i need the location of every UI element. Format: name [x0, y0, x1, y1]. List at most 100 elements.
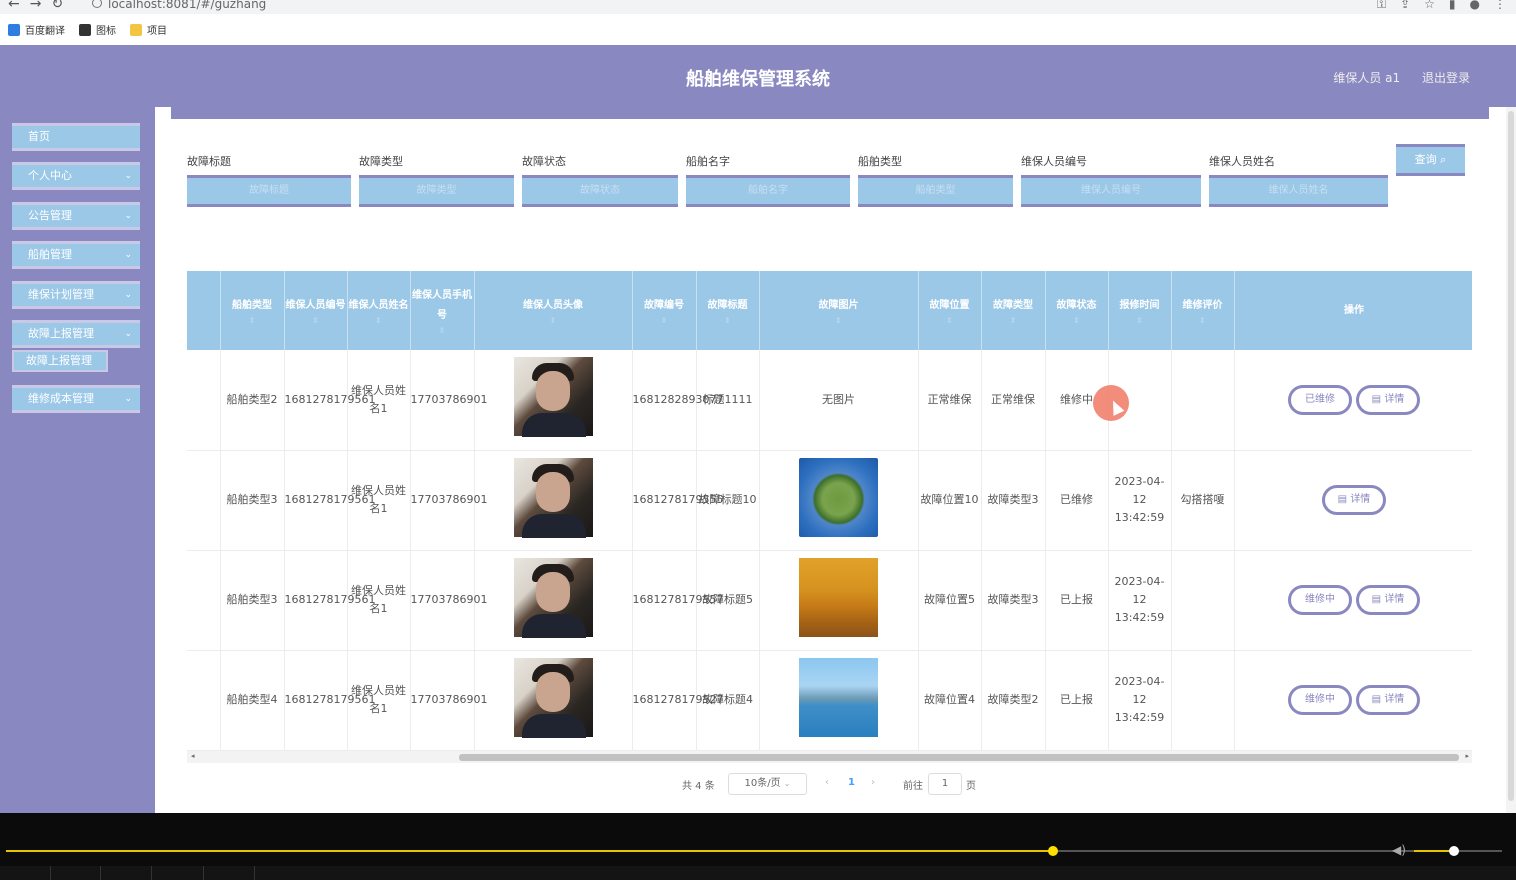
scroll-left-icon[interactable]: ◂ — [191, 752, 195, 760]
star-icon[interactable]: ☆ — [1424, 0, 1435, 11]
details-button[interactable]: ▤ 详情 — [1356, 685, 1420, 715]
status-action-button[interactable]: 已维修 — [1288, 384, 1352, 415]
column-header[interactable]: 报修时间 ⇕ — [1108, 271, 1172, 350]
cell-location: 正常维保 — [927, 392, 972, 406]
sort-icon[interactable]: ⇕ — [1109, 316, 1171, 326]
status-action-button[interactable]: 维修中 — [1288, 585, 1352, 615]
details-button[interactable]: ▤ 详情 — [1356, 585, 1420, 615]
info-icon[interactable] — [92, 0, 102, 8]
cell-status: 已上报 — [1060, 593, 1093, 606]
sidebar-item[interactable]: 公告管理 ⌄ — [12, 202, 140, 230]
sidebar-item[interactable]: 维保计划管理 ⌄ — [12, 281, 140, 309]
query-button[interactable]: 查询 ⌕ — [1396, 144, 1465, 176]
sidebar-subitem-fault-report[interactable]: 故障上报管理 — [12, 350, 108, 372]
column-header[interactable]: 故障状态 ⇕ — [1045, 271, 1109, 350]
column-header[interactable]: 故障标题 ⇕ — [696, 271, 760, 350]
volume-icon[interactable]: ◀) — [1392, 843, 1406, 857]
cell-review: 勾搭搭嗄 — [1180, 493, 1225, 506]
chapter-thumbnails — [0, 866, 1516, 880]
table-cell: 1681282893077 — [632, 350, 723, 451]
sidebar-item-label: 公告管理 — [28, 209, 72, 222]
sidebar-item-label: 维修成本管理 — [28, 392, 94, 405]
video-progress-knob[interactable] — [1048, 846, 1059, 856]
column-header[interactable]: 维修评价 ⇕ — [1171, 271, 1235, 350]
goto-input[interactable]: 1 — [928, 773, 962, 795]
logout-button[interactable]: 退出登录 — [1422, 71, 1470, 85]
search-input[interactable]: 维保人员编号 — [1021, 175, 1201, 207]
back-arrow-icon[interactable]: ← — [8, 0, 20, 12]
forward-arrow-icon[interactable]: → — [30, 0, 42, 12]
next-page-icon[interactable]: › — [871, 777, 875, 788]
column-header[interactable]: 维保人员编号 ⇕ — [284, 271, 348, 350]
sort-icon[interactable]: ⇕ — [475, 316, 632, 326]
scroll-right-icon[interactable]: ▸ — [1465, 752, 1469, 760]
sort-icon[interactable]: ⇕ — [348, 316, 410, 326]
sort-icon[interactable]: ⇕ — [633, 316, 696, 326]
goto-label: 前往 — [903, 781, 923, 792]
column-header[interactable]: 维保人员姓名 ⇕ — [347, 271, 411, 350]
vertical-scrollbar-thumb[interactable] — [1508, 111, 1514, 801]
share-icon[interactable]: ⇪ — [1400, 0, 1410, 11]
key-icon[interactable]: ⚿ — [1377, 0, 1386, 11]
table-cell: 故障类型3 — [981, 550, 1046, 651]
sort-icon[interactable]: ⇕ — [221, 316, 284, 326]
column-header[interactable]: 维保人员手机号 ⇕ — [410, 271, 475, 350]
column-header[interactable]: 船舶类型 ⇕ — [220, 271, 285, 350]
page-size-select[interactable]: 10条/页 ⌄ — [728, 773, 807, 795]
column-header[interactable]: 故障类型 ⇕ — [981, 271, 1046, 350]
horizontal-scrollbar[interactable]: ◂ ▸ — [187, 751, 1472, 763]
bookmark-item[interactable]: 项目 — [130, 22, 167, 37]
search-input[interactable]: 故障标题 — [187, 175, 351, 207]
thumbnail-divider — [151, 866, 152, 880]
column-header[interactable]: 故障编号 ⇕ — [632, 271, 697, 350]
sort-icon[interactable]: ⇕ — [285, 316, 347, 326]
status-action-button[interactable]: 维修中 — [1288, 685, 1352, 715]
sort-icon[interactable]: ⇕ — [982, 316, 1045, 326]
search-input[interactable]: 维保人员姓名 — [1209, 175, 1388, 207]
search-input[interactable]: 故障状态 — [522, 175, 678, 207]
column-header[interactable]: 故障图片 ⇕ — [759, 271, 919, 350]
sort-icon[interactable]: ⇕ — [1172, 316, 1234, 326]
prev-page-icon[interactable]: ‹ — [825, 777, 829, 788]
sort-icon[interactable]: ⇕ — [411, 326, 474, 336]
sort-icon[interactable]: ⇕ — [1046, 316, 1108, 326]
sidebar-item[interactable]: 个人中心 ⌄ — [12, 162, 140, 190]
sort-icon[interactable]: ⇕ — [697, 316, 759, 326]
volume-knob[interactable] — [1448, 846, 1459, 856]
scrollbar-thumb[interactable] — [459, 754, 1459, 761]
column-header-label: 故障标题 — [707, 299, 748, 311]
details-button[interactable]: ▤ 详情 — [1322, 485, 1386, 515]
profile-icon[interactable]: ● — [1470, 0, 1480, 11]
table-cell: 标题1111 — [696, 350, 760, 451]
page-number-current[interactable]: 1 — [848, 777, 855, 788]
column-header[interactable]: 故障位置 ⇕ — [918, 271, 982, 350]
sidepanel-icon[interactable]: ▮ — [1449, 0, 1456, 11]
sort-icon[interactable]: ⇕ — [919, 316, 981, 326]
column-header[interactable]: 操作 — [1234, 271, 1472, 350]
table-row: 船舶类型2 1681278179561 维保人员姓名1 17703786901 1681… — [187, 350, 1472, 451]
action-label: 详情 — [1384, 393, 1405, 405]
sidebar-item[interactable]: 维修成本管理 ⌄ — [12, 385, 140, 413]
reload-icon[interactable]: ↻ — [51, 0, 63, 12]
details-button[interactable]: ▤ 详情 — [1356, 384, 1420, 415]
column-header[interactable]: 维保人员头像 ⇕ — [474, 271, 633, 350]
header: 船舶维保管理系统 维保人员 a1 退出登录 — [0, 45, 1516, 107]
search-input[interactable]: 船舶名字 — [686, 175, 850, 207]
search-input[interactable]: 故障类型 — [359, 175, 514, 207]
kebab-menu-icon[interactable]: ⋮ — [1494, 0, 1506, 11]
sort-icon[interactable]: ⇕ — [760, 316, 918, 326]
action-label: 详情 — [1350, 494, 1371, 505]
column-header-label: 故障位置 — [929, 299, 970, 311]
bookmark-item[interactable]: 百度翻译 — [8, 22, 65, 37]
vertical-scrollbar[interactable] — [1506, 107, 1516, 813]
bookmark-item[interactable]: 图标 — [79, 22, 116, 37]
cell-status: 已维修 — [1060, 493, 1093, 506]
action-label: 维修中 — [1305, 694, 1335, 705]
sidebar-item[interactable]: 故障上报管理 ⌄ — [12, 320, 140, 348]
column-header-select — [187, 271, 221, 350]
search-input[interactable]: 船舶类型 — [858, 175, 1013, 207]
sidebar-item[interactable]: 船舶管理 ⌄ — [12, 241, 140, 269]
table-cell: 已维修 — [1045, 450, 1109, 551]
address-bar[interactable]: localhost:8081/#/guzhang — [92, 0, 266, 11]
sidebar-item[interactable]: 首页 — [12, 123, 140, 151]
